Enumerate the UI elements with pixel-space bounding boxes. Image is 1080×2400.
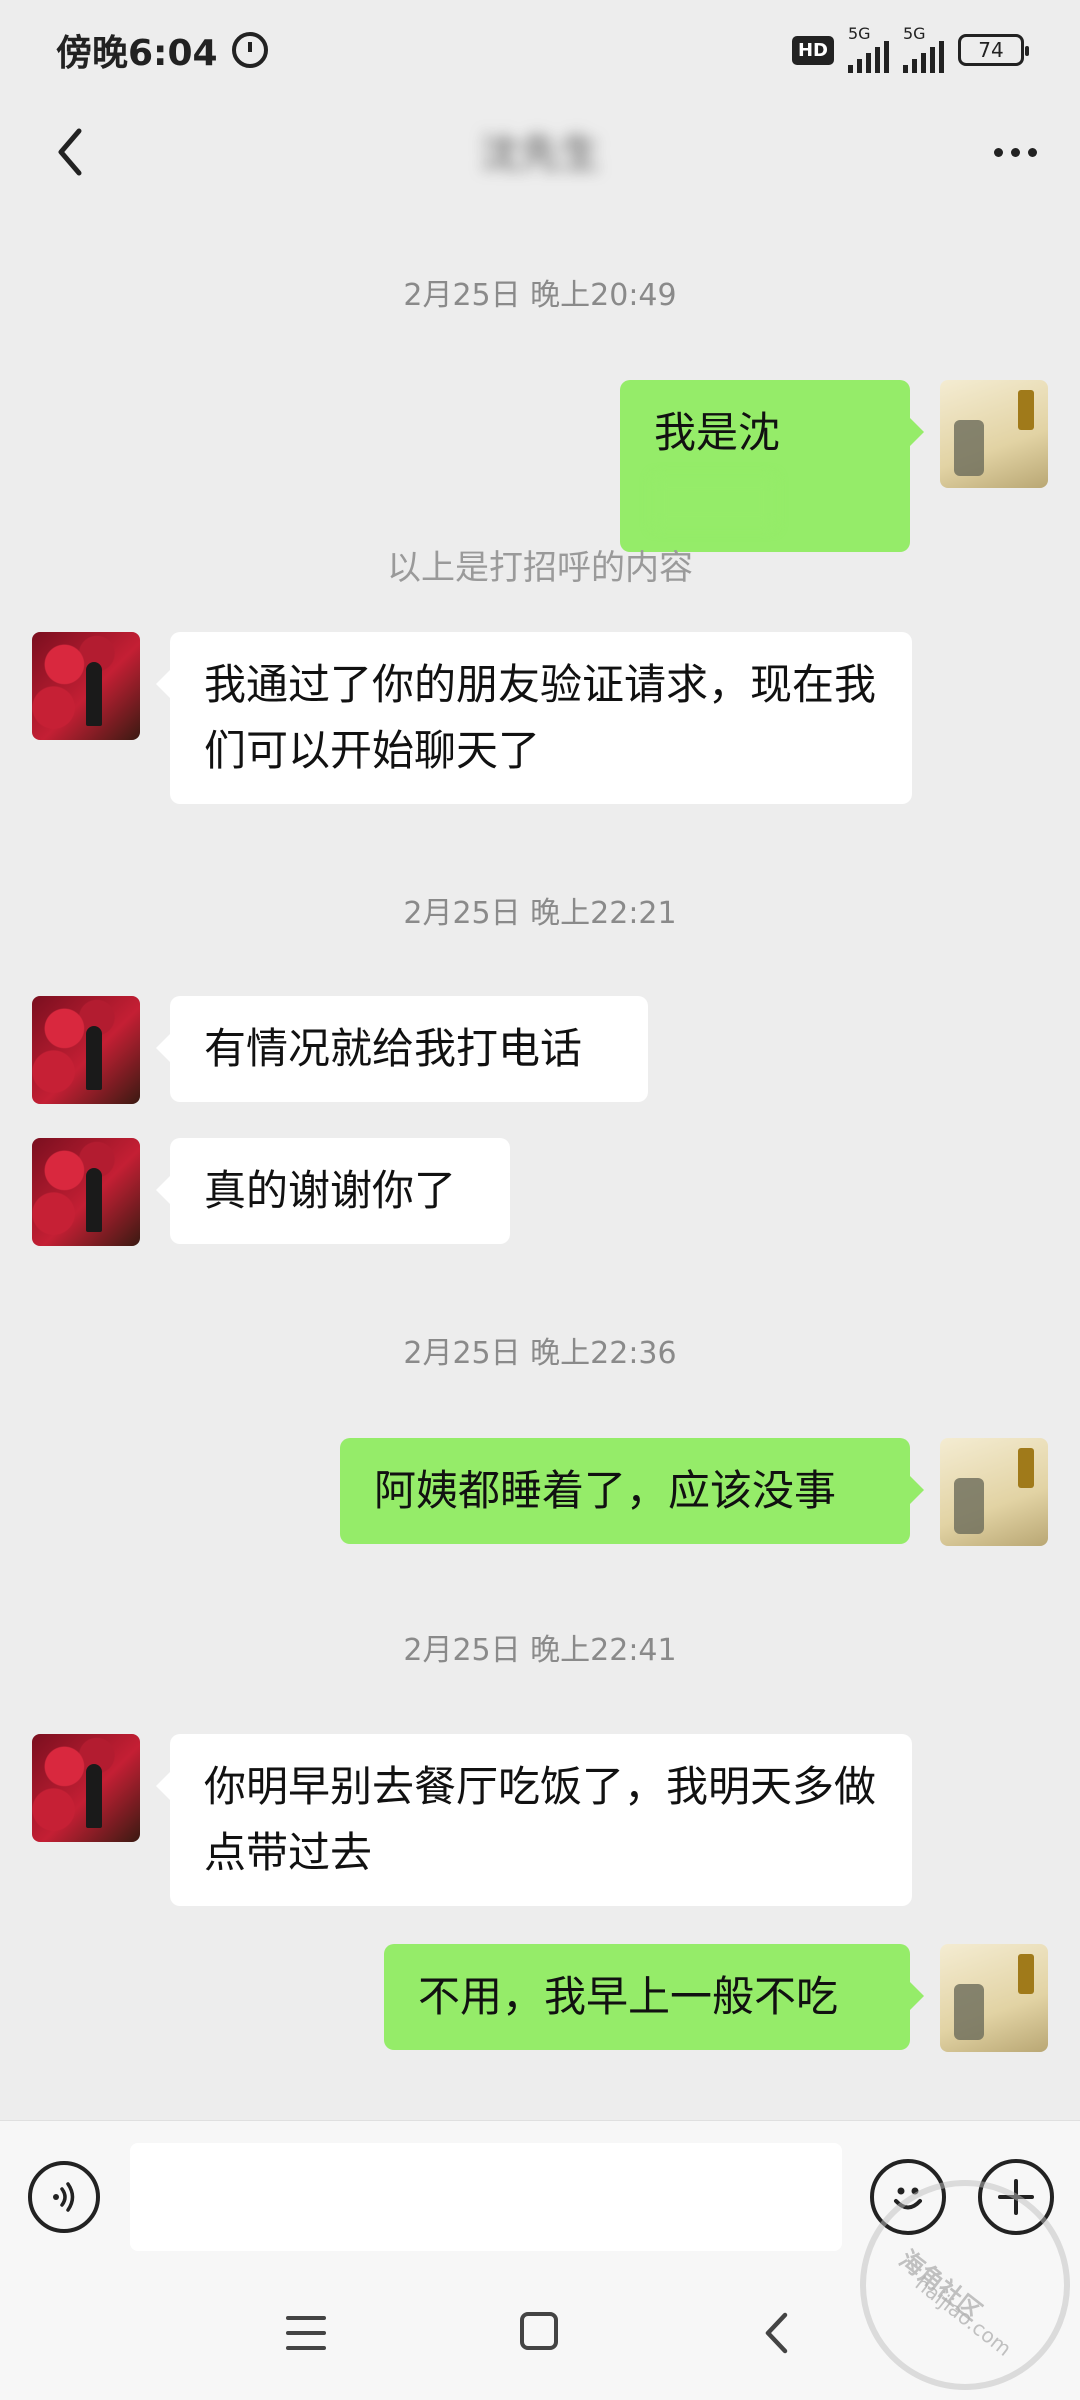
network-label-1: 5G bbox=[848, 24, 871, 43]
avatar-self[interactable] bbox=[940, 1438, 1048, 1546]
message-bubble-outgoing[interactable]: 阿姨都睡着了，应该没事 bbox=[340, 1438, 924, 1544]
message-text: 阿姨都睡着了，应该没事 bbox=[374, 1466, 837, 1515]
battery-icon: 74 bbox=[958, 34, 1029, 66]
back-button[interactable] bbox=[40, 122, 100, 182]
chat-title: 沈先生 bbox=[480, 131, 600, 177]
signal-bars-icon bbox=[848, 41, 889, 73]
message-bubble-incoming[interactable]: 你明早别去餐厅吃饭了，我明天多做点带过去 bbox=[156, 1734, 912, 1906]
avatar-contact[interactable] bbox=[32, 1138, 140, 1246]
message-text: 不用，我早上一般不吃 bbox=[418, 1972, 839, 2021]
chat-header: 沈先生 bbox=[0, 100, 1080, 210]
avatar-self[interactable] bbox=[940, 1944, 1048, 2052]
system-note: 以上是打招呼的内容 bbox=[387, 548, 693, 588]
signal-1: 5G bbox=[848, 24, 889, 73]
status-right: HD 5G 5G 74 bbox=[791, 24, 1029, 73]
redacted-mask bbox=[654, 476, 774, 527]
network-label-2: 5G bbox=[903, 24, 926, 43]
recent-apps-icon[interactable] bbox=[286, 2316, 326, 2350]
message-text: 有情况就给我打电话 bbox=[204, 1024, 583, 1073]
chevron-left-icon bbox=[58, 128, 82, 176]
timestamp: 2月25日 晚上22:21 bbox=[403, 896, 677, 931]
message-bubble-outgoing[interactable]: 我是沈 bbox=[620, 380, 924, 552]
message-text: 我是沈 bbox=[654, 408, 781, 457]
timestamp: 2月25日 晚上22:41 bbox=[403, 1633, 677, 1668]
chevron-left-icon bbox=[765, 2312, 788, 2354]
signal-bars-icon bbox=[903, 41, 944, 73]
message-text: 真的谢谢你了 bbox=[204, 1166, 457, 1215]
watermark-seal: 海角社区 haijiao.com bbox=[860, 2180, 1070, 2390]
message-text: 你明早别去餐厅吃饭了，我明天多做点带过去 bbox=[204, 1762, 877, 1877]
chat-area[interactable]: 2月25日 晚上20:49 我是沈 以上是打招呼的内容 我通过了你的朋友验证请求… bbox=[0, 210, 1080, 2120]
alarm-icon bbox=[231, 32, 268, 68]
status-time: 傍晚6:04 bbox=[56, 33, 218, 74]
home-icon[interactable] bbox=[520, 2312, 558, 2350]
avatar-self[interactable] bbox=[940, 380, 1048, 488]
message-bubble-incoming[interactable]: 有情况就给我打电话 bbox=[156, 996, 648, 1102]
voice-waves-icon bbox=[53, 2182, 75, 2212]
voice-icon[interactable] bbox=[28, 2161, 100, 2233]
hd-icon: HD bbox=[791, 35, 834, 65]
signal-2: 5G bbox=[903, 24, 944, 73]
status-left: 傍晚6:04 bbox=[56, 24, 268, 76]
avatar-contact[interactable] bbox=[32, 996, 140, 1104]
more-dots-icon[interactable] bbox=[980, 122, 1050, 182]
battery-level: 74 bbox=[978, 38, 1004, 62]
timestamp: 2月25日 晚上20:49 bbox=[403, 278, 677, 313]
message-bubble-incoming[interactable]: 我通过了你的朋友验证请求，现在我们可以开始聊天了 bbox=[156, 632, 912, 804]
nav-back-icon[interactable] bbox=[756, 2310, 796, 2356]
message-bubble-outgoing[interactable]: 不用，我早上一般不吃 bbox=[384, 1944, 924, 2050]
message-bubble-incoming[interactable]: 真的谢谢你了 bbox=[156, 1138, 510, 1244]
message-text: 我通过了你的朋友验证请求，现在我们可以开始聊天了 bbox=[204, 660, 877, 775]
status-bar: 傍晚6:04 HD 5G 5G 74 bbox=[0, 0, 1080, 100]
message-input[interactable] bbox=[130, 2143, 842, 2251]
avatar-contact[interactable] bbox=[32, 632, 140, 740]
avatar-contact[interactable] bbox=[32, 1734, 140, 1842]
timestamp: 2月25日 晚上22:36 bbox=[403, 1336, 677, 1371]
